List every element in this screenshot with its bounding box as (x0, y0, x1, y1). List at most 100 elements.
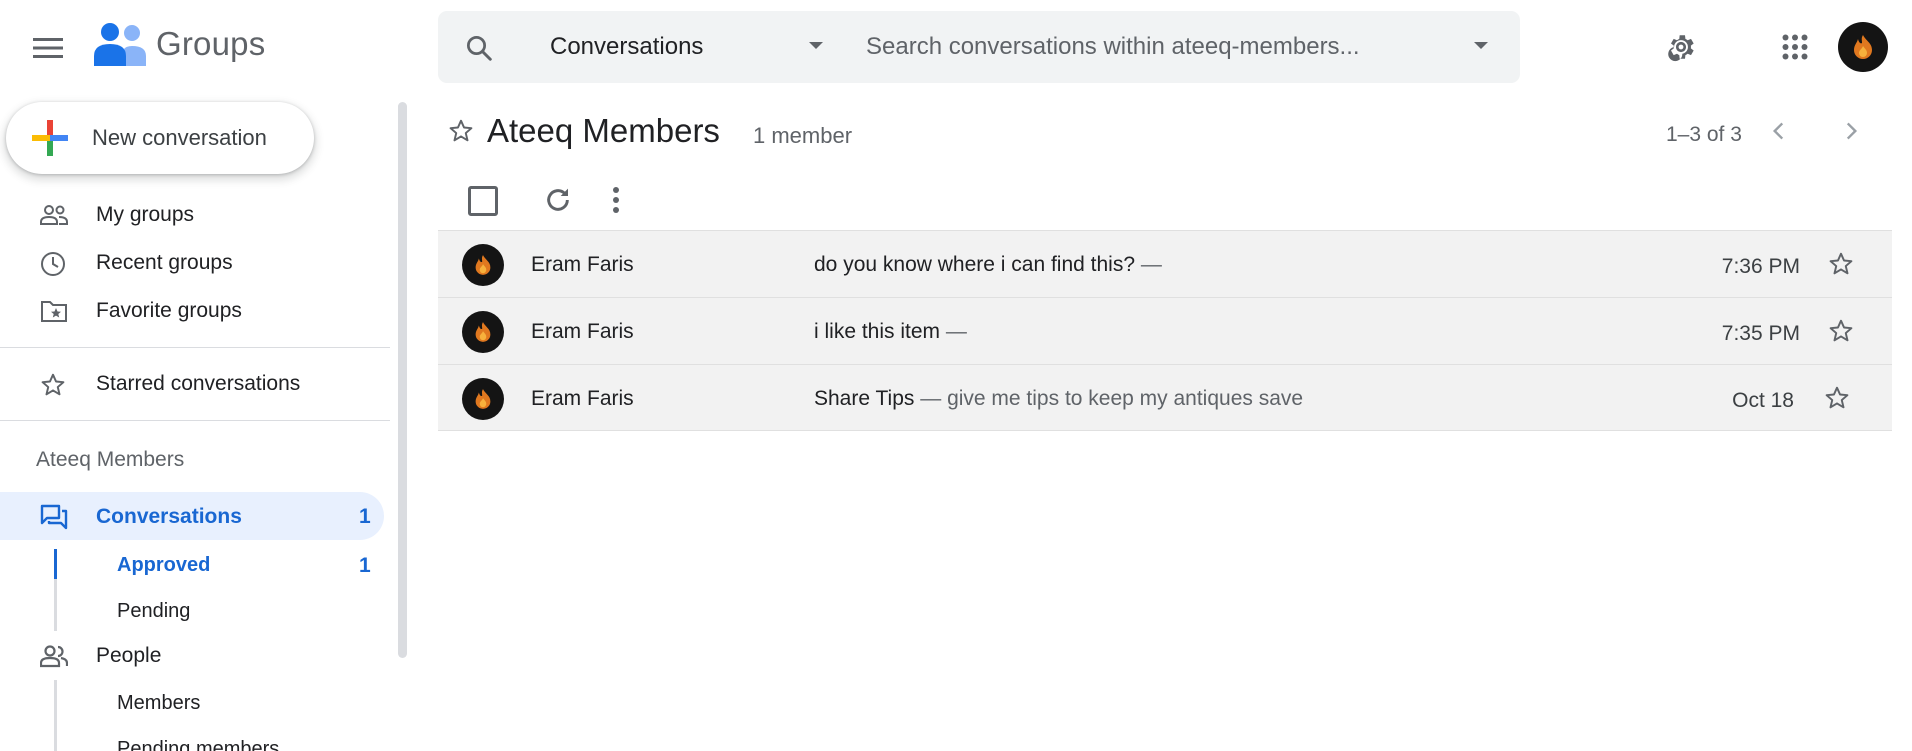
author-name: Eram Faris (531, 253, 634, 276)
subject-text: Share Tips (814, 387, 915, 410)
star-outline-icon (449, 119, 473, 142)
subject-text: i like this item (814, 320, 941, 343)
separator: — (940, 320, 967, 343)
next-page-button[interactable] (1838, 118, 1864, 144)
subject-text: do you know where i can find this? (814, 253, 1136, 276)
forum-icon (40, 504, 68, 530)
author-name: Eram Faris (531, 387, 634, 410)
refresh-icon (547, 188, 569, 211)
star-outline-icon (1829, 319, 1853, 342)
conversation-time: 7:36 PM (1721, 255, 1800, 278)
refresh-button[interactable] (542, 184, 574, 216)
settings-button[interactable] (1656, 22, 1706, 72)
conversation-row[interactable]: Eram Faris i like this item — 7:35 PM (438, 297, 1892, 364)
more-options-button[interactable] (606, 184, 626, 216)
search-options-button[interactable] (1473, 41, 1489, 51)
conversation-subject: Share Tips — give me tips to keep my ant… (814, 387, 1303, 411)
apps-grid-icon (1782, 34, 1808, 60)
author-avatar (462, 244, 504, 286)
search-scope-select[interactable]: Conversations (550, 33, 703, 61)
chevron-left-icon (1772, 122, 1784, 140)
conversation-row[interactable]: Eram Faris Share Tips — give me tips to … (438, 364, 1892, 431)
sidebar-item-conversations[interactable]: Conversations 1 (0, 492, 384, 540)
people-icon (40, 645, 68, 668)
sidebar-item-starred-conversations[interactable]: Starred conversations (0, 360, 390, 408)
people-icon (40, 205, 68, 225)
star-conversation-button[interactable] (1824, 385, 1850, 411)
caret-down-icon (809, 42, 823, 49)
sidebar-divider (0, 420, 390, 421)
author-name: Eram Faris (531, 320, 634, 343)
clock-icon (41, 252, 65, 276)
flame-avatar-icon (475, 389, 491, 409)
star-conversation-button[interactable] (1828, 251, 1854, 277)
sidebar-item-favorite-groups[interactable]: Favorite groups (0, 287, 390, 335)
sidebar-item-people[interactable]: People (0, 632, 390, 680)
sidebar-scrollbar[interactable] (398, 102, 407, 658)
caret-down-icon (1474, 42, 1488, 49)
search-input[interactable] (866, 25, 1456, 69)
sidebar-item-recent-groups[interactable]: Recent groups (0, 239, 390, 287)
sidebar-item-label: Recent groups (96, 251, 233, 274)
sidebar-item-label: People (96, 644, 162, 667)
separator: — (914, 387, 948, 410)
more-vert-icon (613, 187, 619, 213)
pagination-label: 1–3 of 3 (1666, 123, 1742, 146)
sidebar-divider (0, 347, 390, 348)
sidebar-item-approved[interactable]: Approved 1 (0, 546, 390, 584)
folder-star-icon (41, 301, 67, 322)
group-title: Ateeq Members (487, 112, 720, 149)
conversation-snippet: give me tips to keep my antiques save (947, 387, 1304, 410)
plus-icon (32, 120, 68, 156)
sidebar-item-label: Members (117, 692, 201, 714)
favorite-group-button[interactable] (448, 118, 474, 144)
app-name: Groups (156, 25, 266, 62)
approved-count: 1 (359, 554, 371, 577)
conversation-subject: do you know where i can find this? — (814, 253, 1162, 277)
sidebar-item-label: Starred conversations (96, 372, 301, 395)
flame-avatar-icon (475, 322, 491, 342)
conversation-subject: i like this item — (814, 320, 967, 344)
separator: — (1135, 253, 1162, 276)
member-count-link[interactable]: 1 member (753, 123, 852, 149)
star-outline-icon (1829, 252, 1853, 275)
new-conversation-label: New conversation (92, 125, 267, 150)
sidebar-item-members[interactable]: Members (0, 684, 390, 722)
chevron-right-icon (1846, 122, 1858, 140)
scope-dropdown-button[interactable] (808, 41, 824, 51)
groups-logo[interactable]: Groups (94, 22, 265, 66)
previous-page-button[interactable] (1766, 118, 1792, 144)
conversation-list: Eram Faris do you know where i can find … (438, 230, 1892, 431)
sidebar-item-label: Approved (117, 554, 211, 576)
author-avatar (462, 311, 504, 353)
main-menu-button[interactable] (24, 24, 72, 72)
gear-icon (1668, 35, 1694, 62)
sidebar-item-pending[interactable]: Pending (0, 592, 390, 630)
conversations-count: 1 (359, 505, 371, 528)
author-avatar (462, 378, 504, 420)
sidebar-item-label: My groups (96, 203, 195, 226)
star-conversation-button[interactable] (1828, 318, 1854, 344)
sidebar-item-my-groups[interactable]: My groups (0, 191, 390, 239)
group-section-label: Ateeq Members (36, 448, 185, 471)
google-apps-button[interactable] (1770, 22, 1820, 72)
star-outline-icon (41, 373, 65, 396)
flame-avatar-icon (1854, 35, 1872, 59)
sidebar-item-label: Favorite groups (96, 299, 242, 322)
conversation-time: 7:35 PM (1721, 322, 1800, 345)
flame-avatar-icon (475, 255, 491, 275)
star-outline-icon (1825, 386, 1849, 409)
new-conversation-button[interactable]: New conversation (6, 102, 314, 174)
account-avatar[interactable] (1838, 22, 1888, 72)
conversation-row[interactable]: Eram Faris do you know where i can find … (438, 230, 1892, 297)
conversation-time: Oct 18 (1732, 389, 1794, 412)
sidebar-item-label: Pending members (117, 738, 280, 751)
sidebar-item-label: Pending (117, 600, 191, 622)
sidebar-item-label: Conversations (96, 505, 242, 528)
sidebar-item-pending-members[interactable]: Pending members (0, 730, 390, 751)
groups-logo-icon (94, 23, 146, 66)
search-icon (467, 36, 492, 61)
hamburger-icon (33, 38, 63, 58)
search-button[interactable] (464, 33, 494, 63)
select-all-checkbox[interactable] (468, 186, 498, 216)
